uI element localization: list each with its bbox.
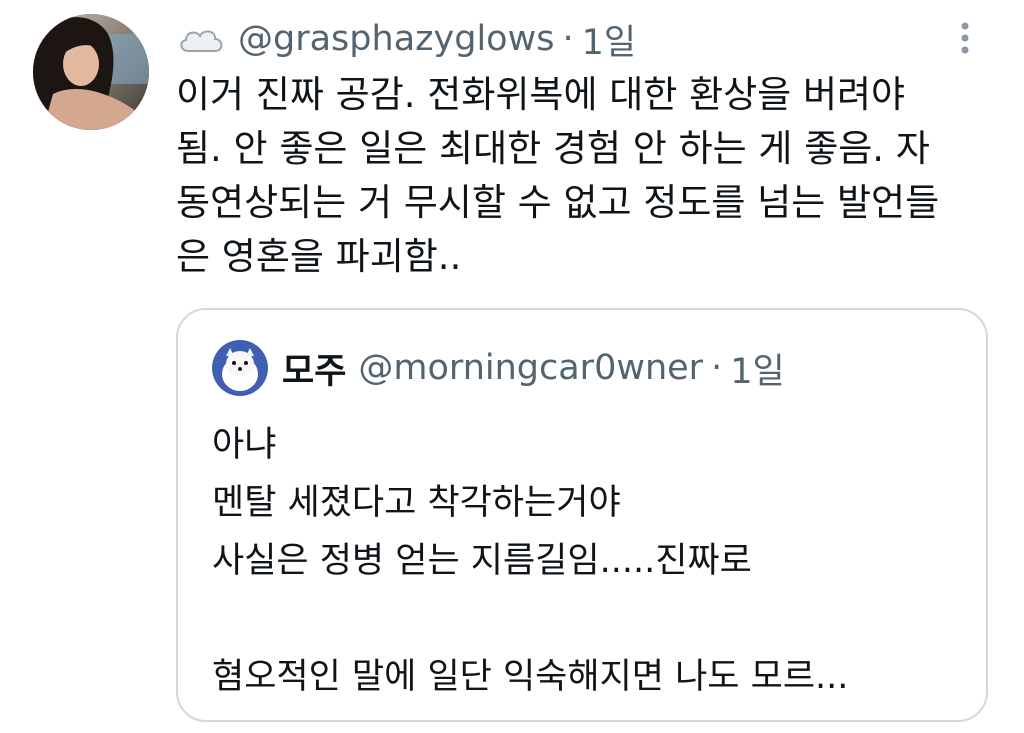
quoted-timestamp[interactable]: 1일 bbox=[730, 343, 784, 394]
timestamp[interactable]: 1일 bbox=[582, 14, 636, 65]
separator-dot: · bbox=[562, 19, 574, 59]
separator-dot: · bbox=[711, 348, 723, 388]
dog-avatar[interactable] bbox=[212, 340, 268, 396]
user-avatar[interactable] bbox=[33, 14, 149, 130]
tweet-header: @grasphazyglows · 1일 bbox=[176, 14, 636, 64]
cloud-icon bbox=[176, 21, 226, 57]
user-avatar-image bbox=[33, 14, 149, 130]
quoted-tweet-text: 아냐 멘탈 세졌다고 착각하는거야 사실은 정병 얻는 지름길임.....진짜로… bbox=[212, 425, 849, 697]
quoted-display-name[interactable]: 모주 bbox=[282, 343, 346, 394]
quoted-tweet-header: 모주 @morningcar0wner · 1일 bbox=[212, 338, 785, 398]
tweet-text: 이거 진짜 공감. 전화위복에 대한 환상을 버려야 됨. 안 좋은 일은 최대… bbox=[176, 73, 940, 278]
quoted-tweet[interactable]: 모주 @morningcar0wner · 1일 아냐 멘탈 세졌다고 착각하는… bbox=[176, 308, 988, 722]
quoted-user-handle[interactable]: @morningcar0wner bbox=[358, 348, 703, 388]
more-vertical-icon[interactable] bbox=[953, 18, 977, 58]
user-handle[interactable]: @grasphazyglows bbox=[238, 19, 554, 59]
tweet[interactable]: @grasphazyglows · 1일 이거 진짜 공감. 전화위복에 대한 … bbox=[0, 0, 1024, 733]
